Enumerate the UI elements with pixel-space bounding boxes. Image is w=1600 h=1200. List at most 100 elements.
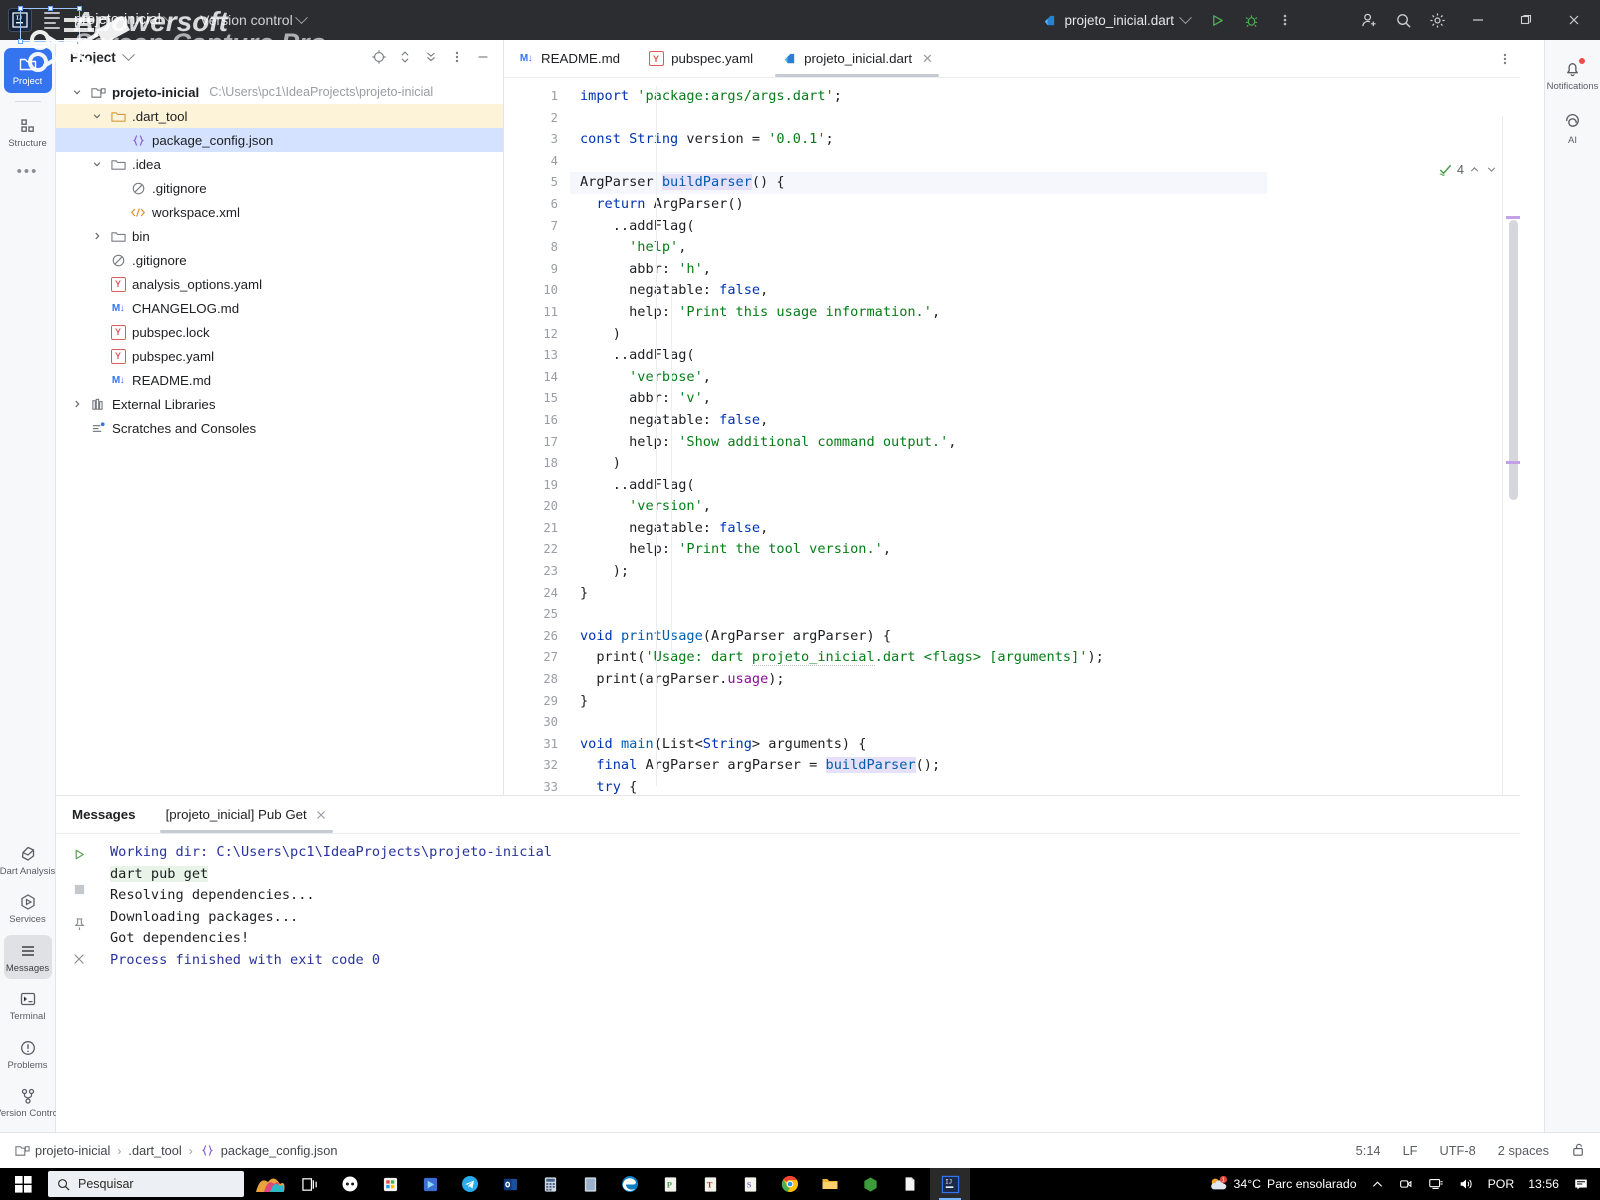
code-line[interactable]: help: 'Show additional command output.', (580, 432, 1520, 454)
sidebar-item-terminal[interactable]: Terminal (4, 983, 52, 1028)
code-line[interactable]: } (580, 583, 1520, 605)
code-line[interactable]: ) (580, 324, 1520, 346)
tree-item-package-config-json[interactable]: package_config.json (56, 128, 503, 152)
sidebar-item-dart-analysis[interactable]: Dart Analysis (0, 838, 55, 882)
stop-button[interactable] (67, 877, 91, 901)
notifications-tray-icon[interactable] (1566, 1168, 1596, 1200)
task-view-icon[interactable] (290, 1168, 330, 1200)
chevron-right-icon[interactable] (70, 397, 84, 411)
camera-tray-icon[interactable] (1391, 1168, 1421, 1200)
edge-icon[interactable] (610, 1168, 650, 1200)
code-line[interactable]: ..addFlag( (580, 216, 1520, 238)
sidebar-item-project[interactable]: Project (3, 48, 52, 93)
rerun-button[interactable] (67, 842, 91, 866)
messages-tab-pub-get[interactable]: [projeto_inicial] Pub Get (154, 796, 339, 833)
expand-collapse-button[interactable] (393, 45, 417, 69)
breadcrumb-item-dart-tool[interactable]: .dart_tool (128, 1143, 181, 1158)
tree-item-pubspec-lock[interactable]: Ypubspec.lock (56, 320, 503, 344)
tree-item-scratches-and-consoles[interactable]: Scratches and Consoles (56, 416, 503, 440)
code-line[interactable]: try { (580, 777, 1520, 795)
text-editor-icon[interactable]: T (690, 1168, 730, 1200)
sidebar-more-tools-button[interactable]: ••• (17, 156, 39, 187)
code-line[interactable]: return ArgParser() (580, 194, 1520, 216)
code-line[interactable]: negatable: false, (580, 410, 1520, 432)
language-indicator[interactable]: POR (1481, 1168, 1522, 1200)
nodejs-icon[interactable] (850, 1168, 890, 1200)
project-more-options-button[interactable] (445, 45, 469, 69)
close-icon[interactable]: ✕ (922, 51, 933, 67)
search-button[interactable] (1388, 5, 1418, 35)
console-output[interactable]: Working dir: C:\Users\pc1\IdeaProjects\p… (102, 834, 1520, 1119)
editor-tabs-more-button[interactable] (1490, 40, 1520, 77)
tree-item-projeto-inicial[interactable]: projeto-inicial C:\Users\pc1\IdeaProjects… (56, 80, 503, 104)
explorer-icon[interactable] (810, 1168, 850, 1200)
clipchamp-icon[interactable] (410, 1168, 450, 1200)
code-line[interactable]: help: 'Print this usage information.', (580, 302, 1520, 324)
code-line[interactable]: import 'package:args/args.dart'; (580, 86, 1520, 108)
run-configuration-selector[interactable]: projeto_inicial.dart (1034, 9, 1198, 32)
tree-item-external-libraries[interactable]: External Libraries (56, 392, 503, 416)
tree-item-changelog-md[interactable]: M↓ CHANGELOG.md (56, 296, 503, 320)
code-line[interactable]: help: 'Print the tool version.', (580, 539, 1520, 561)
chevron-right-icon[interactable] (90, 229, 104, 243)
tree-item-bin[interactable]: bin (56, 224, 503, 248)
code-line[interactable]: print('Usage: dart projeto_inicial.dart … (580, 647, 1520, 669)
version-control-menu[interactable]: Version control (200, 11, 308, 28)
collapse-all-button[interactable] (419, 45, 443, 69)
code-line[interactable]: abbr: 'v', (580, 388, 1520, 410)
code-line[interactable]: } (580, 691, 1520, 713)
run-more-button[interactable] (1270, 5, 1300, 35)
excel-icon[interactable] (570, 1168, 610, 1200)
sidebar-item-messages[interactable]: Messages (3, 934, 52, 979)
tree-item-analysis-options-yaml[interactable]: Yanalysis_options.yaml (56, 272, 503, 296)
code-area[interactable]: 1 2 3 4 5 6 7 8 9 10 11 12 13 14 15 16 17 18 19 20 21 22 23 24 2… (504, 78, 1520, 795)
code-line[interactable]: ); (580, 561, 1520, 583)
tree-item-workspace-xml[interactable]: workspace.xml (56, 200, 503, 224)
sidebar-item-ai[interactable]: AI (1549, 106, 1597, 152)
tree-item-idea[interactable]: .idea (56, 152, 503, 176)
code-line[interactable]: ) (580, 453, 1520, 475)
code-line[interactable]: const String version = '0.0.1'; (580, 129, 1520, 151)
code-line[interactable] (580, 604, 1520, 626)
code-line[interactable]: ArgParser buildParser() { (570, 172, 1267, 194)
inspection-widget[interactable]: 4 (1438, 162, 1498, 177)
breadcrumb-item-projeto-inicial[interactable]: projeto-inicial (14, 1143, 110, 1159)
tree-item-gitignore[interactable]: .gitignore (56, 176, 503, 200)
sidebar-item-problems[interactable]: Problems (4, 1032, 52, 1077)
sidebar-item-structure[interactable]: Structure (4, 110, 52, 155)
weather-widget-icon[interactable] (250, 1168, 290, 1200)
chevron-up-icon[interactable] (1468, 163, 1481, 176)
code-line[interactable] (580, 151, 1520, 173)
code-line[interactable]: print(argParser.usage); (580, 669, 1520, 691)
close-panel-button[interactable] (67, 947, 91, 971)
breadcrumb-item-package-config-json[interactable]: package_config.json (200, 1143, 337, 1159)
code-line[interactable] (580, 108, 1520, 130)
volume-tray-icon[interactable] (1451, 1168, 1481, 1200)
code-line[interactable]: abbr: 'h', (580, 259, 1520, 281)
main-menu-button[interactable] (42, 9, 64, 31)
copilot-icon[interactable] (330, 1168, 370, 1200)
clock[interactable]: 13:56 (1521, 1168, 1566, 1200)
start-button[interactable] (0, 1168, 46, 1200)
code-line[interactable]: ..addFlag( (580, 475, 1520, 497)
unlocked-icon[interactable] (1571, 1142, 1586, 1160)
store-icon[interactable] (370, 1168, 410, 1200)
calculator-icon[interactable] (530, 1168, 570, 1200)
show-hidden-icons-button[interactable] (1364, 1168, 1391, 1200)
editor-tab-readme-md[interactable]: M↓ README.md (504, 40, 634, 77)
source-code[interactable]: import 'package:args/args.dart'; const S… (570, 86, 1520, 795)
sidebar-item-version-control[interactable]: Version Control (0, 1080, 60, 1124)
sidebar-item-services[interactable]: Services (4, 886, 52, 931)
tree-item-pubspec-yaml[interactable]: Ypubspec.yaml (56, 344, 503, 368)
code-line[interactable]: 'verbose', (580, 367, 1520, 389)
chevron-down-icon[interactable] (70, 85, 84, 99)
code-line[interactable]: 'help', (580, 237, 1520, 259)
intellij-taskbar-icon[interactable]: IJ (930, 1168, 970, 1200)
sidebar-item-notifications[interactable]: Notifications (1547, 52, 1598, 98)
code-line[interactable]: negatable: false, (580, 518, 1520, 540)
editor-markup-gutter[interactable] (1502, 116, 1520, 795)
maximize-window-button[interactable] (1504, 0, 1548, 40)
telegram-icon[interactable] (450, 1168, 490, 1200)
editor-scrollbar-thumb[interactable] (1509, 220, 1518, 500)
chevron-down-icon[interactable] (1485, 163, 1498, 176)
